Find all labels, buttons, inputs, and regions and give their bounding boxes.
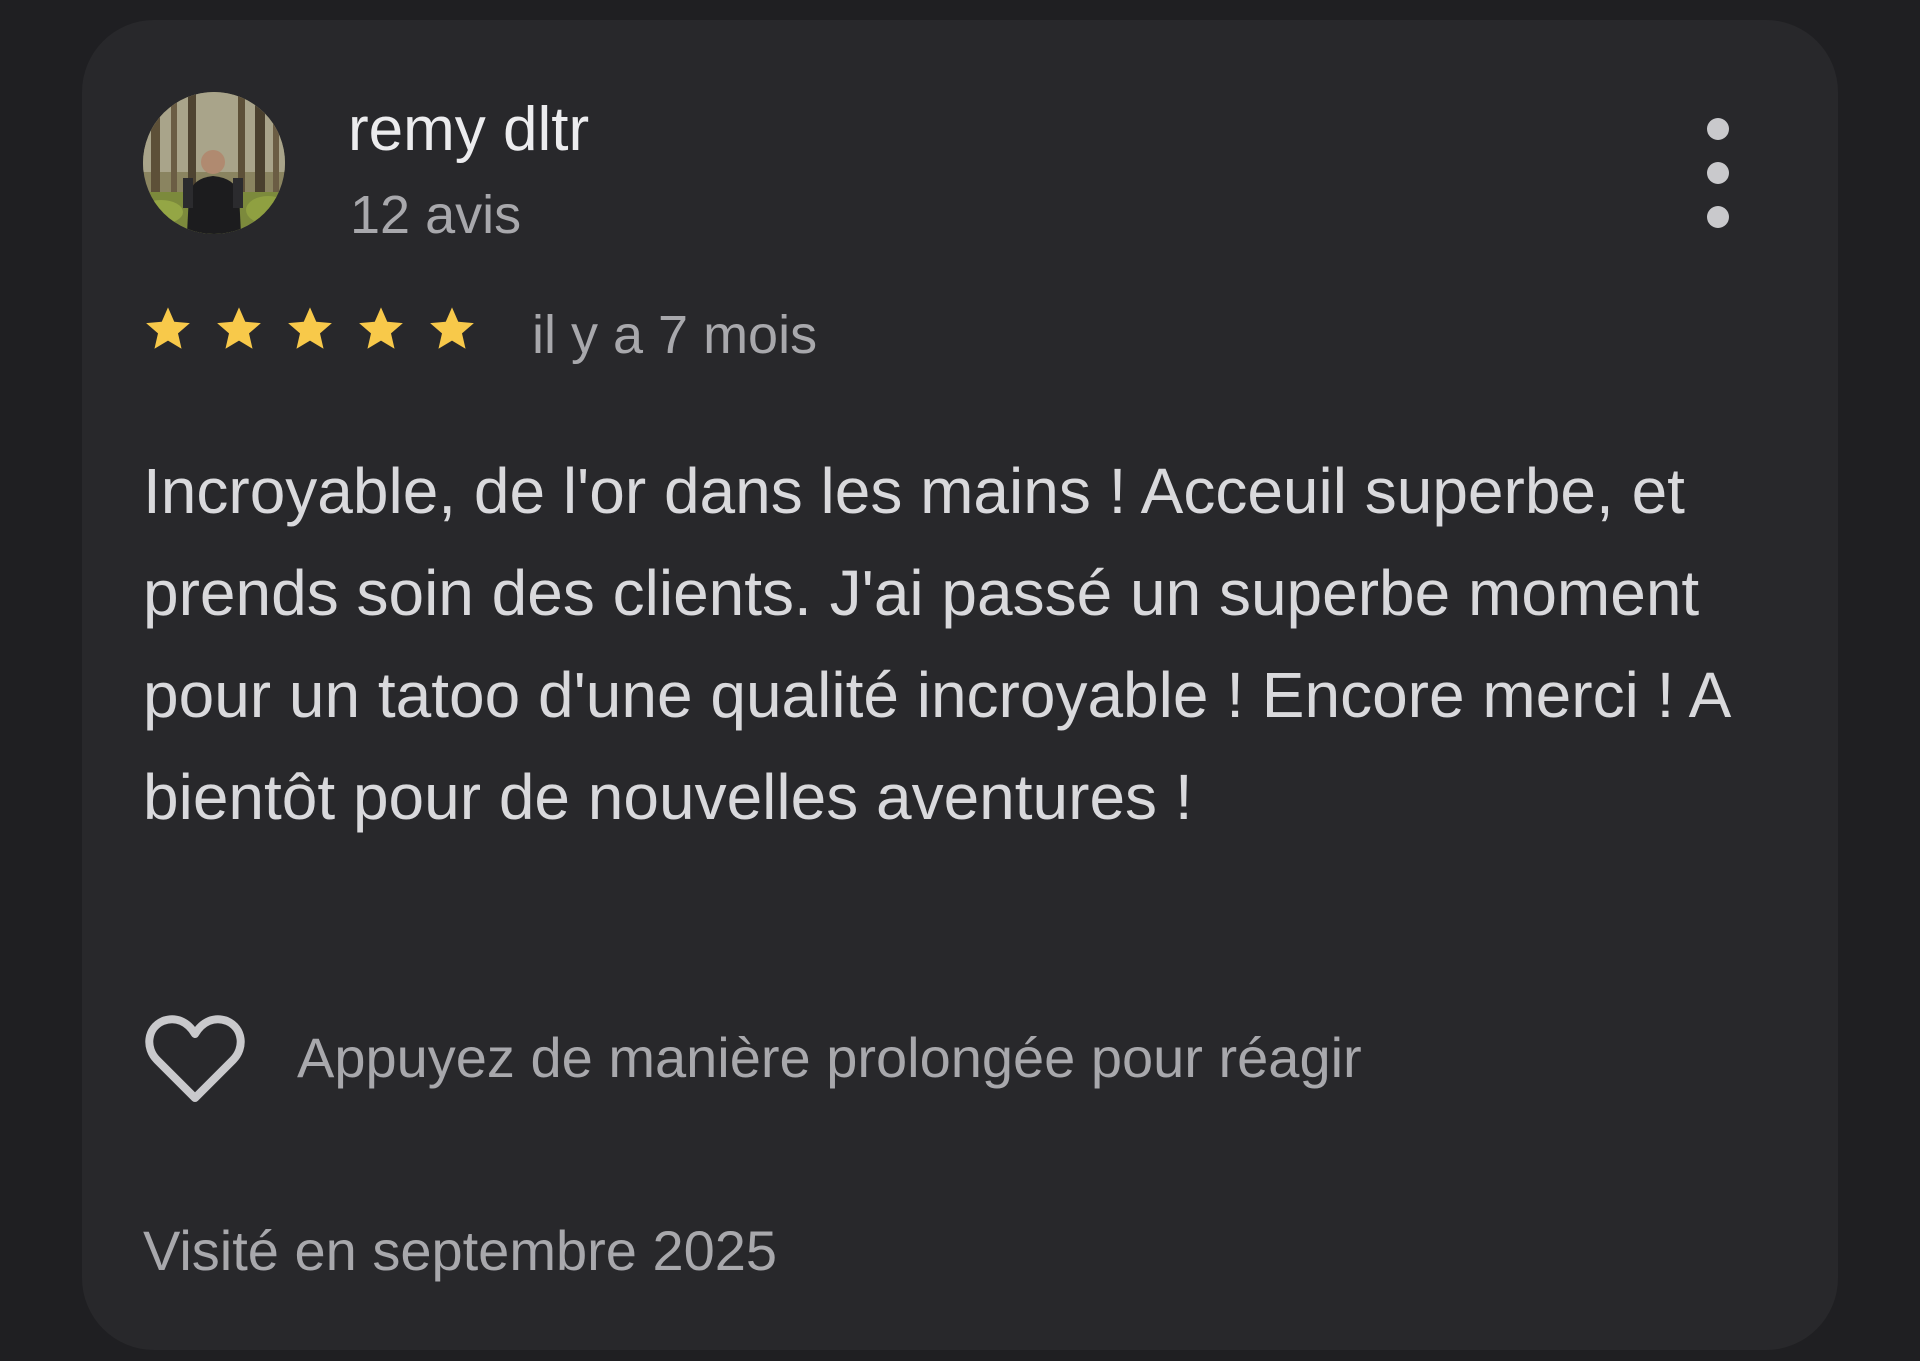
more-vertical-icon-dot xyxy=(1707,206,1729,228)
review-card: remy dltr 12 avis il y a 7 mois Incroyab… xyxy=(82,20,1838,1350)
star-rating xyxy=(143,304,477,354)
reviewer-avatar[interactable] xyxy=(143,92,285,234)
visit-date: Visité en septembre 2025 xyxy=(143,1219,778,1282)
reviewer-name[interactable]: remy dltr xyxy=(348,90,589,170)
heart-outline-icon xyxy=(143,1010,247,1106)
star-icon xyxy=(285,304,335,354)
react-button[interactable]: Appuyez de manière prolongée pour réagir xyxy=(143,1010,1362,1106)
more-options-button[interactable] xyxy=(1686,118,1750,228)
star-icon xyxy=(427,304,477,354)
more-vertical-icon-dot xyxy=(1707,162,1729,184)
review-text: Incroyable, de l'or dans les mains ! Acc… xyxy=(143,455,1728,833)
avatar-photo-icon xyxy=(143,92,285,234)
star-icon xyxy=(143,304,193,354)
more-vertical-icon-dot xyxy=(1707,118,1729,140)
review-time-ago: il y a 7 mois xyxy=(532,305,818,365)
react-hint-label: Appuyez de manière prolongée pour réagir xyxy=(297,1026,1362,1089)
reviewer-review-count: 12 avis xyxy=(350,185,522,245)
star-icon xyxy=(356,304,406,354)
star-icon xyxy=(214,304,264,354)
